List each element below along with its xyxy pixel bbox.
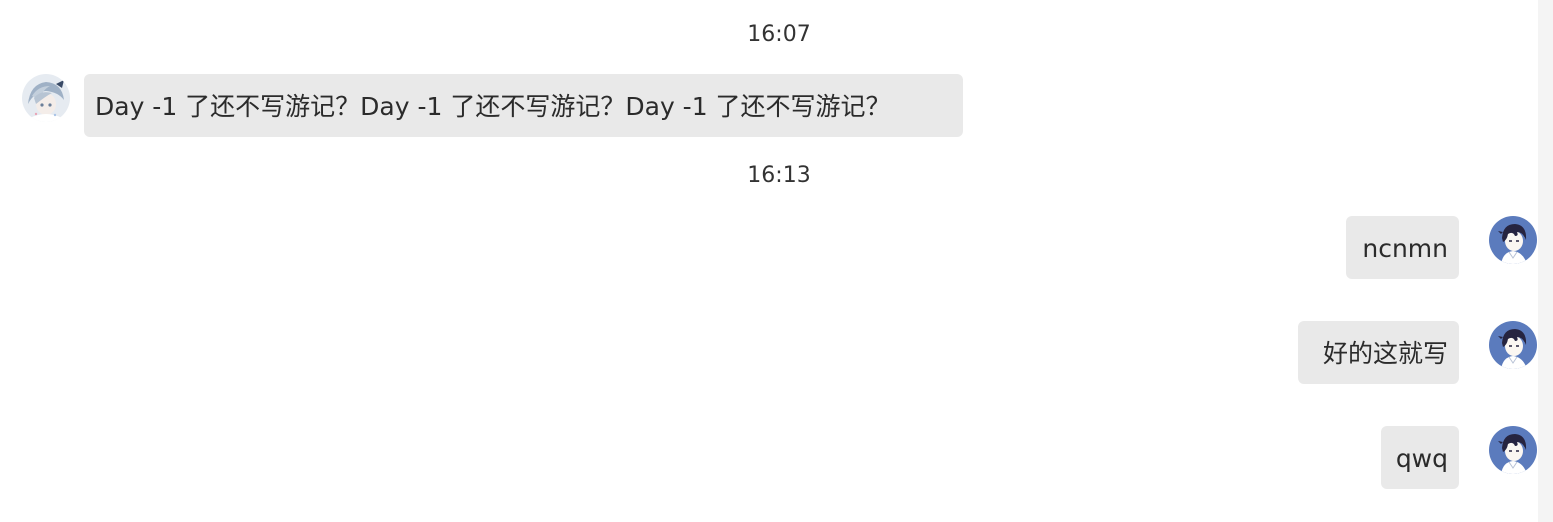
message-bubble-sent[interactable]: qwq bbox=[1381, 426, 1459, 489]
message-bubble-sent[interactable]: ncnmn bbox=[1346, 216, 1459, 279]
timestamp: 16:07 bbox=[747, 22, 811, 47]
contact-avatar[interactable] bbox=[22, 74, 70, 122]
message-bubble-received[interactable]: Day -1 了还不写游记？Day -1 了还不写游记？Day -1 了还不写游… bbox=[84, 74, 963, 137]
scrollbar-track[interactable] bbox=[1538, 0, 1553, 522]
self-avatar[interactable] bbox=[1489, 426, 1537, 474]
self-avatar[interactable] bbox=[1489, 216, 1537, 264]
chat-message-list[interactable]: 16:07 Day -1 了还不写游记？Day -1 了还不写游记？Day -1… bbox=[0, 0, 1538, 522]
message-bubble-sent[interactable]: 好的这就写 bbox=[1298, 321, 1459, 384]
timestamp: 16:13 bbox=[747, 163, 811, 188]
self-avatar[interactable] bbox=[1489, 321, 1537, 369]
